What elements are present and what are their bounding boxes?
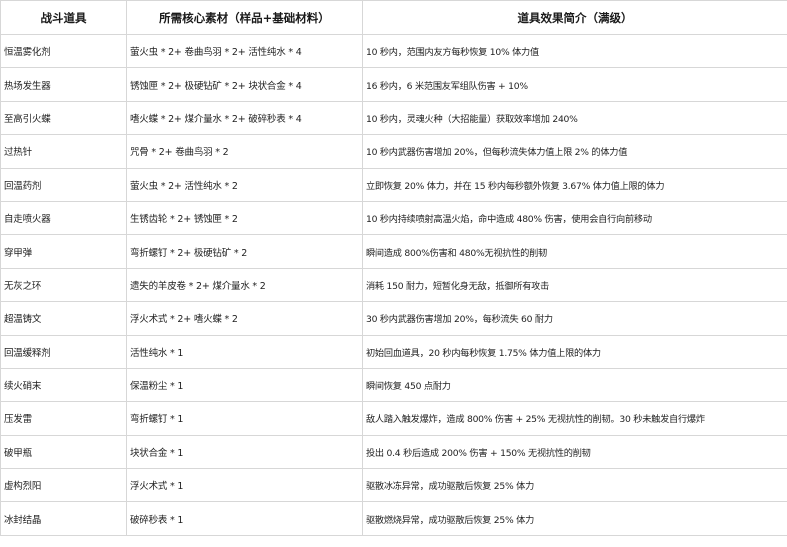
- materials-cell: 咒骨 * 2+ 卷曲鸟羽 * 2: [126, 134, 363, 169]
- effect-cell: 驱散燃烧异常，成功驱散后恢复 25% 体力: [362, 501, 787, 536]
- effect-cell: 30 秒内武器伤害增加 20%，每秒流失 60 耐力: [362, 301, 787, 336]
- item-name-cell: 压发雷: [0, 401, 127, 436]
- item-name-cell: 超温铸文: [0, 301, 127, 336]
- table-row: 续火硝末 保温粉尘 * 1 瞬间恢复 450 点耐力: [0, 367, 787, 403]
- item-name-cell: 无灰之环: [0, 267, 127, 303]
- item-name-cell: 冰封结晶: [0, 501, 127, 536]
- materials-cell: 萤火虫 * 2+ 活性纯水 * 2: [126, 167, 363, 202]
- materials-cell: 生锈齿轮 * 2+ 锈蚀匣 * 2: [126, 200, 363, 236]
- materials-cell: 浮火术式 * 1: [126, 468, 363, 503]
- table-body: 恒温雾化剂 萤火虫 * 2+ 卷曲鸟羽 * 2+ 活性纯水 * 4 10 秒内，范围…: [0, 33, 787, 536]
- effect-cell: 投出 0.4 秒后造成 200% 伤害 + 150% 无视抗性的削韧: [362, 434, 787, 470]
- table-row: 无灰之环 遗失的羊皮卷 * 2+ 煤介量水 * 2 消耗 150 耐力，短暂化身无敌…: [0, 267, 787, 303]
- materials-cell: 破碎秒表 * 1: [126, 501, 363, 536]
- item-name-cell: 破甲瓶: [0, 434, 127, 470]
- items-table: 战斗道具 所需核心素材（样品+基础材料） 道具效果简介（满级） 恒温雾化剂 萤火虫…: [0, 0, 787, 536]
- table-row: 回温缓释剂 活性纯水 * 1 初始回血道具，20 秒内每秒恢复 1.75% 体力值上…: [0, 334, 787, 369]
- materials-cell: 活性纯水 * 1: [126, 334, 363, 369]
- item-name-cell: 回温药剂: [0, 167, 127, 202]
- table-row: 自走喷火器 生锈齿轮 * 2+ 锈蚀匣 * 2 10 秒内持续喷射高温火焰，命中造成…: [0, 200, 787, 236]
- effect-cell: 10 秒内持续喷射高温火焰，命中造成 480% 伤害，使用会自行向前移动: [362, 200, 787, 236]
- item-name-cell: 穿甲弹: [0, 234, 127, 269]
- materials-cell: 锈蚀匣 * 2+ 极硬钻矿 * 2+ 块状合金 * 4: [126, 67, 363, 102]
- item-name-cell: 至高引火蝶: [0, 100, 127, 136]
- table-row: 压发雷 弯折螺钉 * 1 敌人踏入触发爆炸，造成 800% 伤害 + 25% 无视抗…: [0, 401, 787, 436]
- effect-cell: 16 秒内，6 米范围友军组队伤害 + 10%: [362, 67, 787, 102]
- materials-cell: 弯折螺钉 * 2+ 极硬钻矿 * 2: [126, 234, 363, 269]
- table-row: 至高引火蝶 嗜火蝶 * 2+ 煤介量水 * 2+ 破碎秒表 * 4 10 秒内，灵魂…: [0, 100, 787, 136]
- materials-cell: 遗失的羊皮卷 * 2+ 煤介量水 * 2: [126, 267, 363, 303]
- effect-cell: 10 秒内，灵魂火种（大招能量）获取效率增加 240%: [362, 100, 787, 136]
- item-name-cell: 恒温雾化剂: [0, 33, 127, 69]
- materials-cell: 浮火术式 * 2+ 嗜火蝶 * 2: [126, 301, 363, 336]
- effect-cell: 立即恢复 20% 体力，并在 15 秒内每秒额外恢复 3.67% 体力值上限的体…: [362, 167, 787, 202]
- effect-cell: 敌人踏入触发爆炸，造成 800% 伤害 + 25% 无视抗性的削韧。30 秒未触…: [362, 401, 787, 436]
- table-row: 穿甲弹 弯折螺钉 * 2+ 极硬钻矿 * 2 瞬间造成 800%伤害和 480%无视…: [0, 234, 787, 269]
- effect-cell: 瞬间恢复 450 点耐力: [362, 367, 787, 403]
- table-row: 恒温雾化剂 萤火虫 * 2+ 卷曲鸟羽 * 2+ 活性纯水 * 4 10 秒内，范围…: [0, 33, 787, 69]
- item-name-cell: 回温缓释剂: [0, 334, 127, 369]
- materials-cell: 弯折螺钉 * 1: [126, 401, 363, 436]
- effect-cell: 瞬间造成 800%伤害和 480%无视抗性的削韧: [362, 234, 787, 269]
- table-row: 破甲瓶 块状合金 * 1 投出 0.4 秒后造成 200% 伤害 + 150% 无视…: [0, 434, 787, 470]
- table-row: 虚构烈阳 浮火术式 * 1 驱散冰冻异常，成功驱散后恢复 25% 体力: [0, 468, 787, 503]
- materials-cell: 保温粉尘 * 1: [126, 367, 363, 403]
- table-header: 战斗道具 所需核心素材（样品+基础材料） 道具效果简介（满级）: [0, 0, 787, 35]
- effect-cell: 驱散冰冻异常，成功驱散后恢复 25% 体力: [362, 468, 787, 503]
- item-name-cell: 虚构烈阳: [0, 468, 127, 503]
- effect-cell: 10 秒内武器伤害增加 20%，但每秒流失体力值上限 2% 的体力值: [362, 134, 787, 169]
- table-row: 过热针 咒骨 * 2+ 卷曲鸟羽 * 2 10 秒内武器伤害增加 20%，但每秒流失…: [0, 134, 787, 169]
- header-materials: 所需核心素材（样品+基础材料）: [126, 0, 363, 35]
- table-row: 热场发生器 锈蚀匣 * 2+ 极硬钻矿 * 2+ 块状合金 * 4 16 秒内，6 …: [0, 67, 787, 102]
- item-name-cell: 自走喷火器: [0, 200, 127, 236]
- effect-cell: 消耗 150 耐力，短暂化身无敌，抵御所有攻击: [362, 267, 787, 303]
- materials-cell: 块状合金 * 1: [126, 434, 363, 470]
- table-row: 回温药剂 萤火虫 * 2+ 活性纯水 * 2 立即恢复 20% 体力，并在 15 秒…: [0, 167, 787, 202]
- materials-cell: 萤火虫 * 2+ 卷曲鸟羽 * 2+ 活性纯水 * 4: [126, 33, 363, 69]
- effect-cell: 初始回血道具，20 秒内每秒恢复 1.75% 体力值上限的体力: [362, 334, 787, 369]
- item-name-cell: 热场发生器: [0, 67, 127, 102]
- header-item-name: 战斗道具: [0, 0, 127, 35]
- item-name-cell: 续火硝末: [0, 367, 127, 403]
- header-effect: 道具效果简介（满级）: [362, 0, 787, 35]
- effect-cell: 10 秒内，范围内友方每秒恢复 10% 体力值: [362, 33, 787, 69]
- table-row: 冰封结晶 破碎秒表 * 1 驱散燃烧异常，成功驱散后恢复 25% 体力: [0, 501, 787, 536]
- table-row: 超温铸文 浮火术式 * 2+ 嗜火蝶 * 2 30 秒内武器伤害增加 20%，每秒流…: [0, 301, 787, 336]
- header-row: 战斗道具 所需核心素材（样品+基础材料） 道具效果简介（满级）: [0, 0, 787, 35]
- materials-cell: 嗜火蝶 * 2+ 煤介量水 * 2+ 破碎秒表 * 4: [126, 100, 363, 136]
- item-name-cell: 过热针: [0, 134, 127, 169]
